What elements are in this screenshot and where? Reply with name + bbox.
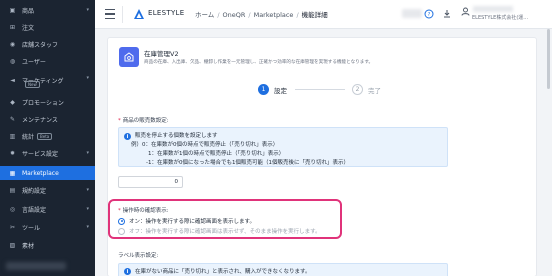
- page-scrollbar[interactable]: [547, 29, 550, 89]
- feature-detail-card: 在庫管理V2 商品の在庫、入出庫、欠品、棚卸し作業を一元管理し、正確かつ効率的な…: [107, 37, 537, 276]
- user-icon: ◍: [9, 57, 16, 65]
- sidebar-item[interactable]: ◎ 言語設定 ▾: [0, 202, 95, 216]
- info-icon: i: [124, 268, 131, 275]
- sidebar-item-label: 言語設定: [22, 206, 47, 214]
- user-name[interactable]: ELESTYLE株式会社(運...: [472, 14, 528, 21]
- sidebar-item[interactable]: ▨ 素材: [0, 238, 95, 252]
- step-settings: 1 設定: [258, 84, 287, 95]
- app-title: 在庫管理V2: [144, 50, 179, 58]
- topbar-divider: [122, 6, 123, 23]
- sidebar-item-label: サービス設定: [22, 150, 59, 158]
- sidebar-item[interactable]: ▥ 統計 Beta: [0, 129, 95, 143]
- brand-logo-icon: [134, 9, 144, 19]
- sidebar-item[interactable]: ▦ Marketplace: [0, 166, 95, 180]
- sidebar-item-label: Marketplace: [22, 169, 59, 177]
- info-line: 販売を停止する個数を設定します: [135, 133, 218, 139]
- app-description: 商品の在庫、入出庫、欠品、棚卸し作業を一元管理し、正確かつ効率的な在庫管理を実現…: [144, 60, 374, 65]
- step-label: 設定: [274, 86, 287, 95]
- sidebar-item-label: ツール: [22, 224, 41, 232]
- redacted-user: [473, 6, 513, 12]
- info-line: 1：在庫数が1個の時点で販売停止（「売り切れ」表示）: [148, 151, 285, 157]
- chevron-down-icon: ▾: [86, 150, 89, 156]
- info-line: -1：在庫数が0個になった場合でも1個販売可能（1個販売後に「売り切れ」表示）: [146, 160, 349, 166]
- sidebar-item[interactable]: ✎ メンテナンス: [0, 112, 95, 126]
- hamburger-menu-icon[interactable]: [105, 9, 115, 19]
- label-setting-label: ラベル表示設定:: [118, 253, 159, 259]
- sidebar-item-label: ユーザー: [22, 58, 46, 66]
- chevron-down-icon: ▾: [86, 75, 89, 81]
- redacted-sidebar-footer: [6, 262, 66, 270]
- gear-icon: ✹: [9, 149, 16, 157]
- topbar: ELESTYLE ホーム / OneQR / Marketplace / 機能詳細 ? EL…: [95, 0, 552, 29]
- sidebar-item-label: 統計: [22, 133, 35, 141]
- info-icon: i: [124, 133, 131, 140]
- label-setting-info: i 在庫がない商品に「売り切れ」と表示され、購入ができなくなります。: [118, 263, 448, 276]
- megaphone-icon: ◄: [10, 76, 15, 84]
- sidebar-item-label: メンテナンス: [22, 116, 58, 124]
- confirm-setting-label: * 操作時の確認表示:: [118, 208, 169, 214]
- sidebar-item[interactable]: ◍ ユーザー: [0, 54, 95, 68]
- chevron-down-icon: ▾: [86, 224, 89, 230]
- tool-icon: ✂: [9, 223, 16, 231]
- chart-icon: ▥: [9, 132, 16, 140]
- image-icon: ▨: [9, 241, 16, 249]
- chevron-down-icon: ▾: [86, 206, 89, 212]
- info-line: 例）0：在庫数が0個の時点で販売停止（「売り切れ」表示）: [131, 142, 279, 148]
- radio-on[interactable]: [118, 217, 125, 225]
- grid-icon: ▦: [9, 169, 16, 177]
- sidebar-item[interactable]: ✹ サービス設定 ▾: [0, 146, 95, 160]
- sidebar-item-label: 店舗スタッフ: [22, 41, 59, 49]
- breadcrumb: ホーム / OneQR / Marketplace / 機能詳細: [195, 11, 328, 19]
- step-number: 2: [352, 84, 363, 95]
- step-complete: 2 完了: [352, 84, 381, 95]
- breadcrumb-marketplace[interactable]: Marketplace: [254, 11, 294, 19]
- breadcrumb-oneqr[interactable]: OneQR: [223, 11, 246, 19]
- download-icon[interactable]: [441, 8, 452, 19]
- document-icon: ▤: [9, 186, 16, 194]
- sidebar-item-label: 商品: [22, 7, 35, 15]
- sidebar-item[interactable]: ▤ 規約設定 ▾: [0, 183, 95, 197]
- sale-setting-label: * 商品の販売数設定:: [118, 118, 169, 124]
- sidebar-badge: Beta: [37, 132, 53, 140]
- sidebar-item-label: プロモーション: [22, 99, 64, 107]
- sale-count-input[interactable]: 0: [118, 176, 183, 188]
- sidebar-item[interactable]: ▣ 商品 ▾: [0, 3, 95, 17]
- radio-off-label: オフ：操作を実行する際に確認画面は表示せず、そのまま操作を実行します。: [129, 229, 321, 235]
- step-number: 1: [258, 84, 269, 95]
- step-connector: [295, 89, 345, 90]
- sidebar-item[interactable]: ◄ マーケティング New ▾: [0, 71, 95, 89]
- sidebar-item-label: 注文: [22, 24, 35, 32]
- confirm-off-option[interactable]: オフ：操作を実行する際に確認画面は表示せず、そのまま操作を実行します。: [118, 227, 321, 235]
- radio-on-label: オン：操作を実行する際に確認画面を表示します。: [129, 219, 255, 225]
- redacted-area: [402, 9, 422, 18]
- sidebar-item[interactable]: ◉ 店舗スタッフ: [0, 37, 95, 51]
- info-line: 在庫がない商品に「売り切れ」と表示され、購入ができなくなります。: [135, 269, 311, 275]
- chevron-down-icon: ▾: [86, 7, 89, 13]
- breadcrumb-home[interactable]: ホーム: [195, 11, 214, 19]
- globe-icon: ◎: [9, 205, 16, 213]
- inventory-app-icon: [119, 47, 139, 67]
- confirm-on-option[interactable]: オン：操作を実行する際に確認画面を表示します。: [118, 217, 255, 225]
- step-label: 完了: [368, 86, 381, 95]
- sidebar-badge: New: [25, 81, 40, 88]
- cart-icon: ⊞: [9, 23, 16, 31]
- user-avatar-icon[interactable]: [461, 7, 470, 18]
- sidebar-item-label: 規約設定: [22, 187, 47, 195]
- box-icon: ▣: [9, 6, 16, 14]
- breadcrumb-current: 機能詳細: [301, 11, 328, 19]
- sidebar-item[interactable]: ✂ ツール ▾: [0, 220, 95, 234]
- radio-off[interactable]: [118, 227, 125, 235]
- wrench-icon: ✎: [9, 115, 16, 123]
- help-icon[interactable]: ?: [423, 8, 434, 19]
- tag-icon: ◆: [10, 98, 15, 106]
- chevron-down-icon: ▾: [86, 187, 89, 193]
- staff-icon: ◉: [9, 40, 16, 48]
- sidebar-item[interactable]: ⊞ 注文: [0, 20, 95, 34]
- svg-text:?: ?: [427, 12, 430, 18]
- sidebar-item-label: 素材: [22, 242, 35, 250]
- sale-setting-info: i 販売を停止する個数を設定します 例）0：在庫数が0個の時点で販売停止（「売り…: [118, 127, 448, 167]
- sidebar-item[interactable]: ◆ プロモーション: [0, 95, 95, 109]
- sidebar: ▣ 商品 ▾ ⊞ 注文 ◉ 店舗スタッフ ◍ ユーザー ◄ マーケティング New ▾ ◆ プロモーション ✎…: [0, 0, 95, 276]
- brand-name[interactable]: ELESTYLE: [148, 9, 184, 17]
